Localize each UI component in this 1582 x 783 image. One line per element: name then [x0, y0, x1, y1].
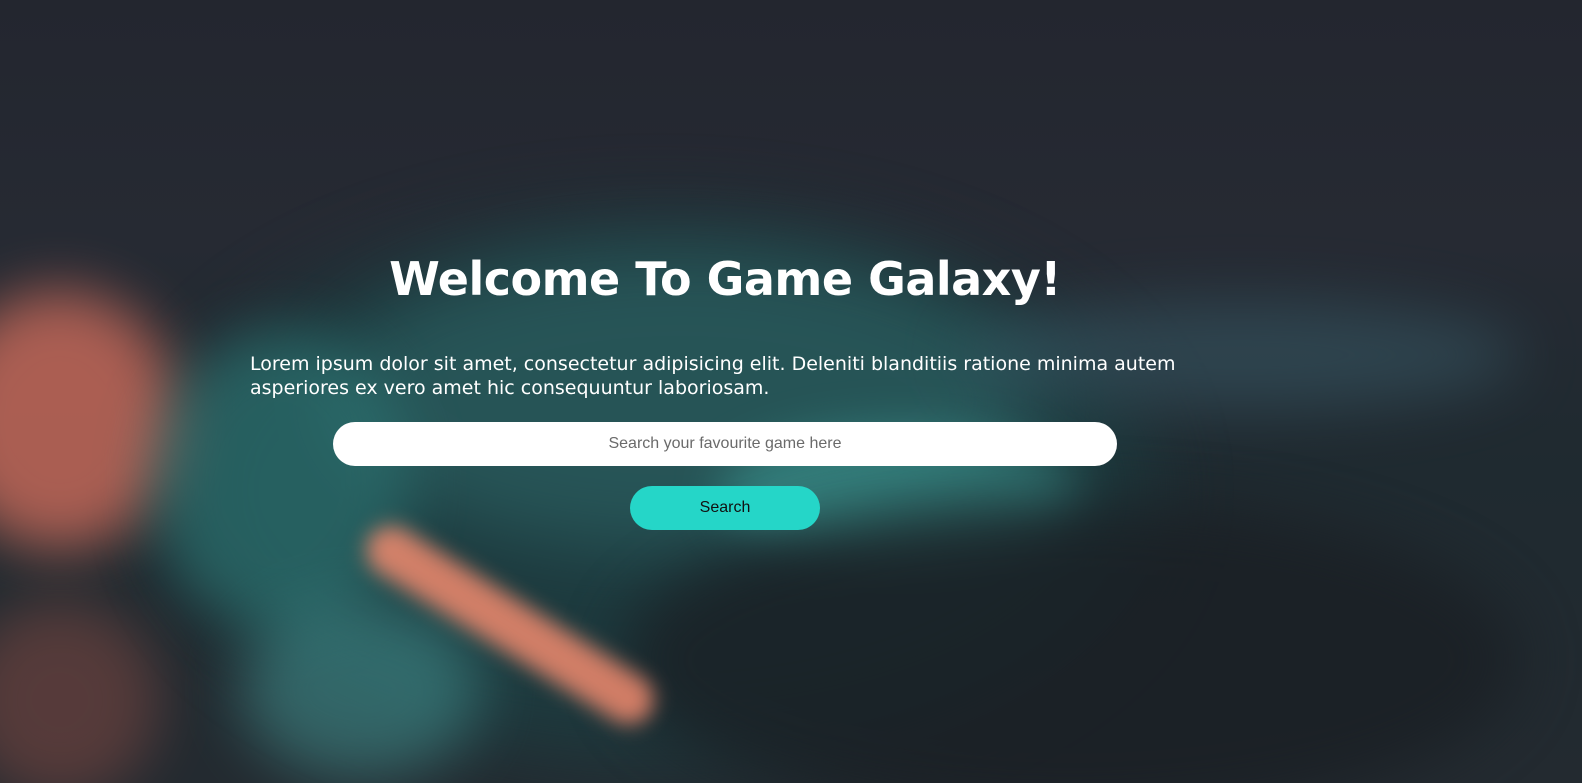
hero-section: Welcome To Game Galaxy! Lorem ipsum dolo… [0, 0, 1582, 783]
hero-description: Lorem ipsum dolor sit amet, consectetur … [250, 353, 1176, 399]
search-input[interactable] [333, 422, 1117, 466]
search-button[interactable]: Search [630, 486, 820, 530]
page-title: Welcome To Game Galaxy! [389, 252, 1061, 306]
